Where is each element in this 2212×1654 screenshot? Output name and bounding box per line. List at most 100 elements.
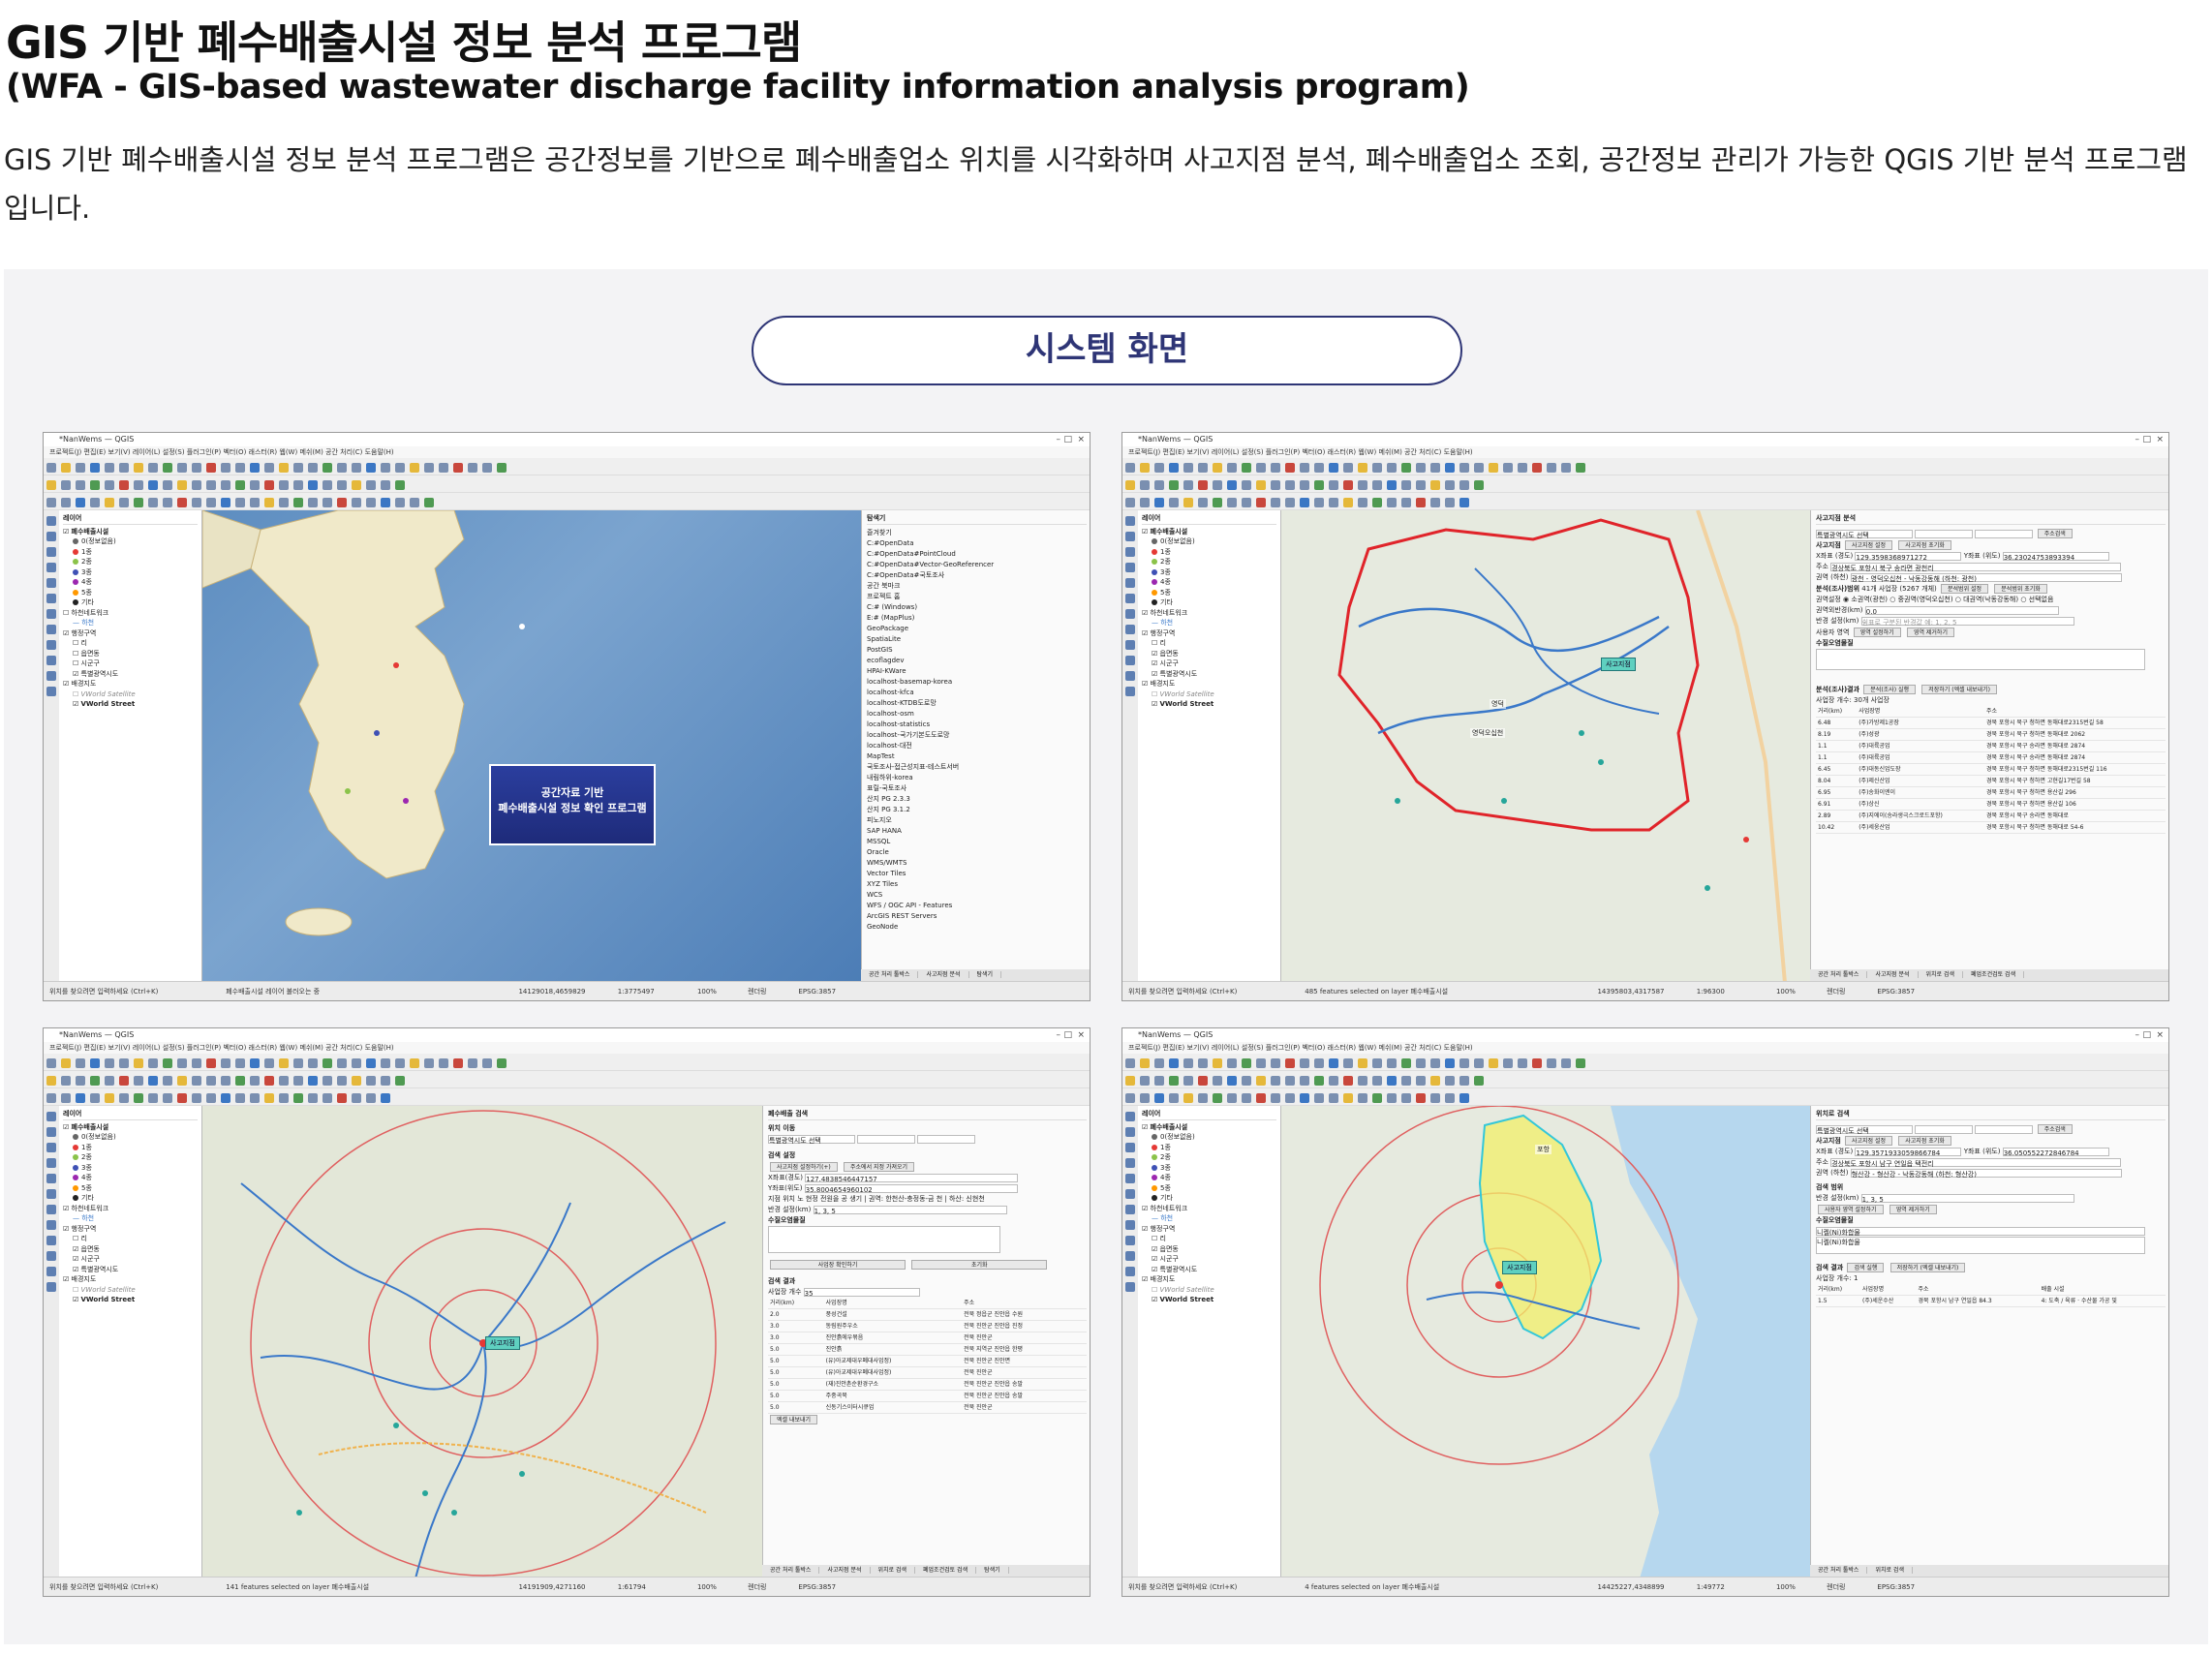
- browser-item[interactable]: 내림하위-korea: [867, 773, 1087, 783]
- layer-admin-ri[interactable]: ☐ 리: [1142, 1234, 1276, 1244]
- browser-item[interactable]: 산지 PG 3.1.2: [867, 805, 1087, 815]
- maximize-icon[interactable]: □: [1063, 433, 1072, 446]
- sido-select[interactable]: 특별광역시도 선택: [1816, 529, 1913, 539]
- tab-accident[interactable]: 사고지점 분석: [1867, 971, 1919, 978]
- layer-admin-ri[interactable]: ☐ 리: [63, 1234, 198, 1244]
- layer-grade-etc[interactable]: 기타: [63, 597, 198, 608]
- browser-item[interactable]: C:#OpenData#PointCloud: [867, 549, 1087, 560]
- layer-grade-2[interactable]: 2종: [63, 557, 198, 567]
- address-point-button[interactable]: 주소에서 지정 가져오기: [844, 1162, 915, 1172]
- browser-item[interactable]: GeoNode: [867, 922, 1087, 933]
- table-header-address[interactable]: 주소: [962, 1298, 1087, 1309]
- user-area-clear-button[interactable]: 영역 제거하기: [1906, 628, 1954, 637]
- layer-admin-emd[interactable]: ☑ 읍면동: [1142, 649, 1276, 659]
- browser-item[interactable]: localhost-statistics: [867, 720, 1087, 730]
- toolbar-analysis[interactable]: [44, 493, 1090, 510]
- layer-grade-0[interactable]: 0(정보없음): [63, 536, 198, 547]
- layer-admin-sido[interactable]: ☑ 특별광역시도: [1142, 1265, 1276, 1275]
- layer-admin-sgg[interactable]: ☑ 시군구: [1142, 1254, 1276, 1265]
- table-row[interactable]: 6.48 (주)가방제1공장 경북 포항시 북구 청하면 동해대로2315번길 58: [1816, 717, 2166, 729]
- table-header-address[interactable]: 주소: [1984, 706, 2166, 718]
- table-row[interactable]: 6.45 (주)대동신업도장 경북 포항시 북구 청하면 동해대로2315번길 11…: [1816, 763, 2166, 776]
- table-row[interactable]: 2.0 풍성건설 전북 정읍군 진안읍 수원: [768, 1308, 1087, 1321]
- toolbar-main[interactable]: [1122, 1054, 2168, 1071]
- table-row[interactable]: 5.0 진안흙 전북 지역군 진안읍 한평: [768, 1343, 1087, 1356]
- table-header-name[interactable]: 사업장명: [823, 1298, 963, 1309]
- browser-item[interactable]: 국토조사-접근성지표-테스트서버: [867, 762, 1087, 773]
- search-locator[interactable]: 위치를 찾으려면 입력하세요 (Ctrl+K): [49, 1577, 224, 1596]
- analysis-reset-button[interactable]: 분석범위 초기화: [1994, 584, 2047, 594]
- map-canvas[interactable]: 포항 사고지점: [1281, 1106, 1810, 1578]
- browser-item[interactable]: localhost-국가기본도도로망: [867, 730, 1087, 741]
- layer-grade-3[interactable]: 3종: [63, 1163, 198, 1174]
- dock-tabs[interactable]: 공간 처리 툴박스 사고지점 분석 위치로 검색 폐업조건검토 검색: [1810, 969, 2168, 981]
- layer-street[interactable]: ☑ VWorld Street: [1142, 1295, 1276, 1305]
- user-area-set-button[interactable]: 영역 설정하기: [1853, 628, 1901, 637]
- layer-grade-etc[interactable]: 기타: [63, 1193, 198, 1204]
- layer-stream[interactable]: ☐ 하천네트워크: [63, 608, 198, 619]
- side-toolbar[interactable]: [1122, 1106, 1138, 1578]
- layer-grade-4[interactable]: 4종: [63, 577, 198, 588]
- table-row[interactable]: 6.91 (주)상신 경북 포항시 북구 청하면 용산길 106: [1816, 798, 2166, 811]
- location-search-panel[interactable]: 위치로 검색 특별광역시도 선택 주소검색 사고지점 사고지점 설정 사고지점 …: [1810, 1106, 2168, 1578]
- scale-value[interactable]: 1:96300: [1697, 982, 1774, 1000]
- layer-admin-sgg[interactable]: ☑ 시군구: [63, 1254, 198, 1265]
- toolbar-analysis[interactable]: [1122, 1088, 2168, 1106]
- save-excel-button[interactable]: 저장하기 (엑셀 내보내기): [1921, 685, 1997, 694]
- layer-admin-emd[interactable]: ☐ 읍면동: [63, 649, 198, 659]
- crs-value[interactable]: EPSG:3857: [1877, 988, 1915, 995]
- layer-grade-2[interactable]: 2종: [1142, 1152, 1276, 1163]
- table-header-name[interactable]: 사업장명: [1860, 1284, 1917, 1296]
- layer-grade-5[interactable]: 5종: [63, 588, 198, 598]
- layer-wastewater[interactable]: ☑ 폐수배출시설: [1142, 1122, 1276, 1133]
- browser-item[interactable]: Oracle: [867, 847, 1087, 858]
- layer-admin[interactable]: ☑ 행정구역: [63, 1224, 198, 1235]
- layer-grade-5[interactable]: 5종: [1142, 588, 1276, 598]
- browser-item[interactable]: 피노지오: [867, 815, 1087, 826]
- maximize-icon[interactable]: □: [2142, 433, 2151, 446]
- layer-grade-0[interactable]: 0(정보없음): [63, 1132, 198, 1143]
- browser-item[interactable]: C:#OpenData: [867, 538, 1087, 549]
- radius-field[interactable]: 1, 3, 5: [1860, 1193, 2074, 1204]
- radius-field[interactable]: 1, 3, 5: [813, 1205, 1007, 1215]
- search-locator[interactable]: 위치를 찾으려면 입력하세요 (Ctrl+K): [49, 982, 224, 1000]
- layers-panel[interactable]: 레이어 ☑ 폐수배출시설 0(정보없음) 1종 2종 3종 4종 5종 기타 ☑…: [1138, 1106, 1281, 1578]
- layer-satellite[interactable]: ☐ VWorld Satellite: [1142, 689, 1276, 700]
- layer-admin-ri[interactable]: ☐ 리: [63, 638, 198, 649]
- browser-item[interactable]: WCS: [867, 890, 1087, 901]
- toolbar-main[interactable]: [44, 458, 1090, 475]
- table-header-distance[interactable]: 거리(km): [768, 1298, 824, 1309]
- save-excel-button[interactable]: 저장하기 (엑셀 내보내기): [1889, 1263, 1966, 1272]
- layer-admin[interactable]: ☑ 행정구역: [63, 628, 198, 639]
- layer-grade-0[interactable]: 0(정보없음): [1142, 1132, 1276, 1143]
- layer-satellite[interactable]: ☐ VWorld Satellite: [63, 1285, 198, 1296]
- dock-tabs[interactable]: 공간 처리 툴박스 사고지점 분석 위치로 검색 폐업조건검토 검색 탐색기: [762, 1565, 1090, 1577]
- browser-item[interactable]: C:# (Windows): [867, 602, 1087, 613]
- layer-wastewater[interactable]: ☑ 폐수배출시설: [63, 1122, 198, 1133]
- sido-select[interactable]: 특별광역시도 선택: [1816, 1124, 1913, 1135]
- region-option-1[interactable]: 소권역(광천): [1851, 596, 1888, 603]
- layer-grade-3[interactable]: 3종: [1142, 1163, 1276, 1174]
- y-field[interactable]: 35.8004654960102: [804, 1183, 1018, 1194]
- layer-grade-4[interactable]: 4종: [63, 1173, 198, 1183]
- layer-admin[interactable]: ☑ 행정구역: [1142, 1224, 1276, 1235]
- search-locator[interactable]: 위치를 찾으려면 입력하세요 (Ctrl+K): [1128, 982, 1303, 1000]
- browser-item[interactable]: 프로젝트 홈: [867, 592, 1087, 602]
- table-row[interactable]: 1.1 (주)대륙공업 경북 포항시 북구 송라면 동해대로 2874: [1816, 751, 2166, 764]
- run-search-button[interactable]: 검색 실행: [1847, 1263, 1885, 1272]
- render-label[interactable]: 렌더링: [1827, 1577, 1875, 1596]
- layer-grade-1[interactable]: 1종: [1142, 1143, 1276, 1153]
- layer-base[interactable]: ☑ 배경지도: [1142, 1274, 1276, 1285]
- layer-stream-sub[interactable]: — 하천: [63, 618, 198, 628]
- layer-stream-sub[interactable]: — 하천: [1142, 1213, 1276, 1224]
- table-header-distance[interactable]: 거리(km): [1816, 706, 1858, 718]
- scale-value[interactable]: 1:49772: [1697, 1577, 1774, 1596]
- table-header-name[interactable]: 사업장명: [1857, 706, 1985, 718]
- toolbar-main[interactable]: [44, 1054, 1090, 1071]
- scale-value[interactable]: 1:61794: [618, 1577, 695, 1596]
- x-field[interactable]: 129.3571933059866784: [1855, 1147, 1962, 1157]
- layer-stream[interactable]: ☑ 하천네트워크: [1142, 608, 1276, 619]
- layer-grade-1[interactable]: 1종: [63, 547, 198, 558]
- tab-processing[interactable]: 공간 처리 툴박스: [861, 971, 919, 978]
- browser-item[interactable]: PostGIS: [867, 645, 1087, 656]
